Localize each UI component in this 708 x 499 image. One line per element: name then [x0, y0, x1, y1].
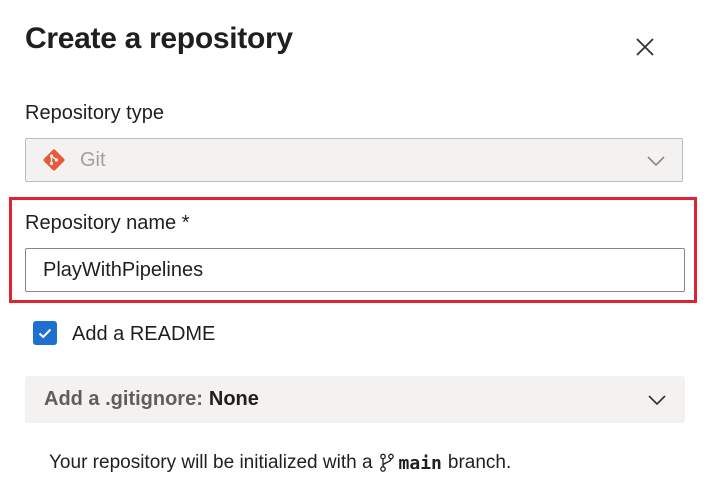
repository-type-value: Git	[80, 148, 106, 171]
repository-type-label: Repository type	[25, 102, 164, 124]
close-icon	[636, 38, 654, 56]
initialization-info: Your repository will be initialized with…	[49, 452, 511, 474]
branch-icon	[379, 453, 394, 472]
repository-name-input[interactable]	[25, 248, 685, 292]
checkmark-icon	[38, 328, 52, 339]
branch-name: main	[398, 452, 442, 474]
readme-checkbox-label: Add a README	[72, 323, 216, 345]
repository-type-select[interactable]: Git	[25, 138, 683, 182]
gitignore-select[interactable]: Add a .gitignore: None	[25, 376, 685, 423]
chevron-down-icon	[648, 395, 666, 406]
repository-name-label: Repository name *	[25, 212, 190, 234]
gitignore-label: Add a .gitignore:	[44, 388, 203, 410]
chevron-down-icon	[647, 156, 665, 167]
readme-checkbox[interactable]	[33, 321, 57, 345]
info-prefix: Your repository will be initialized with…	[49, 452, 373, 473]
close-button[interactable]	[632, 34, 658, 60]
gitignore-value: None	[208, 388, 259, 410]
info-suffix: branch.	[447, 452, 512, 473]
git-icon	[43, 149, 65, 171]
dialog-title: Create a repository	[25, 22, 293, 55]
